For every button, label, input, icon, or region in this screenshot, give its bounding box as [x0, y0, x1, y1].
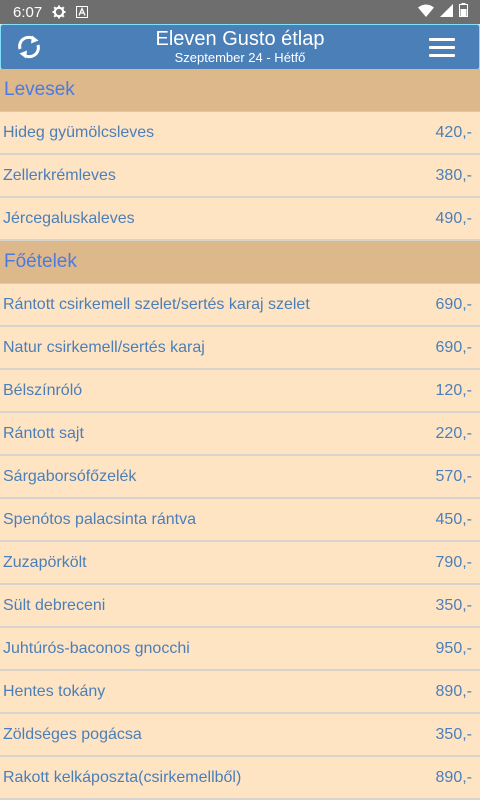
item-price: 220,-	[435, 424, 472, 442]
item-name: Rántott sajt	[3, 424, 84, 442]
list-item[interactable]: Sült debreceni 350,-	[0, 585, 480, 628]
list-item[interactable]: Rakott kelkáposzta(csirkemellből) 890,-	[0, 757, 480, 800]
signal-icon	[440, 3, 453, 21]
item-name: Bélszínróló	[3, 381, 83, 399]
menu-list: Levesek Hideg gyümölcsleves 420,- Zeller…	[0, 69, 480, 800]
item-name: Sárgaborsófőzelék	[3, 467, 137, 485]
a-notification-icon	[76, 6, 89, 18]
item-price: 450,-	[435, 510, 472, 528]
item-name: Zöldséges pogácsa	[3, 725, 142, 743]
section-header-levesek: Levesek	[0, 69, 480, 112]
item-name: Rántott csirkemell szelet/sertés karaj s…	[3, 295, 310, 313]
item-price: 350,-	[435, 596, 472, 614]
list-item[interactable]: Jércegaluskaleves 490,-	[0, 198, 480, 241]
list-item[interactable]: Hideg gyümölcsleves 420,-	[0, 112, 480, 155]
item-name: Jércegaluskaleves	[3, 209, 135, 227]
item-name: Zellerkrémleves	[3, 166, 116, 184]
wifi-icon	[418, 4, 434, 21]
item-price: 890,-	[435, 682, 472, 700]
item-price: 570,-	[435, 467, 472, 485]
list-item[interactable]: Bélszínróló 120,-	[0, 370, 480, 413]
hamburger-menu-icon[interactable]	[429, 38, 455, 57]
app-title: Eleven Gusto étlap	[155, 28, 325, 50]
battery-icon	[459, 3, 468, 21]
list-item[interactable]: Hentes tokány 890,-	[0, 671, 480, 714]
list-item[interactable]: Zöldséges pogácsa 350,-	[0, 714, 480, 757]
item-name: Zuzapörkölt	[3, 553, 87, 571]
item-name: Spenótos palacsinta rántva	[3, 510, 197, 528]
item-price: 950,-	[435, 639, 472, 657]
list-item[interactable]: Natur csirkemell/sertés karaj 690,-	[0, 327, 480, 370]
item-price: 690,-	[435, 295, 472, 313]
item-price: 350,-	[435, 725, 472, 743]
item-price: 120,-	[435, 381, 472, 399]
item-name: Hideg gyümölcsleves	[3, 123, 155, 141]
item-name: Sült debreceni	[3, 596, 106, 614]
item-name: Hentes tokány	[3, 682, 106, 700]
list-item[interactable]: Rántott csirkemell szelet/sertés karaj s…	[0, 284, 480, 327]
item-name: Juhtúrós-baconos gnocchi	[3, 639, 190, 657]
item-name: Natur csirkemell/sertés karaj	[3, 338, 205, 356]
item-price: 890,-	[435, 768, 472, 786]
item-price: 420,-	[435, 123, 472, 141]
app-subtitle: Szeptember 24 - Hétfő	[174, 50, 306, 65]
item-price: 790,-	[435, 553, 472, 571]
item-price: 690,-	[435, 338, 472, 356]
list-item[interactable]: Juhtúrós-baconos gnocchi 950,-	[0, 628, 480, 671]
status-time: 6:07	[13, 3, 43, 21]
item-name: Rakott kelkáposzta(csirkemellből)	[3, 768, 242, 786]
list-item[interactable]: Zuzapörkölt 790,-	[0, 542, 480, 585]
item-price: 380,-	[435, 166, 472, 184]
list-item[interactable]: Zellerkrémleves 380,-	[0, 155, 480, 198]
list-item[interactable]: Sárgaborsófőzelék 570,-	[0, 456, 480, 499]
status-bar: 6:07	[0, 0, 480, 24]
list-item[interactable]: Rántott sajt 220,-	[0, 413, 480, 456]
list-item[interactable]: Spenótos palacsinta rántva 450,-	[0, 499, 480, 542]
section-header-foetelek: Főételek	[0, 241, 480, 284]
title-block: Eleven Gusto étlap Szeptember 24 - Hétfő	[1, 27, 479, 65]
app-bar: Eleven Gusto étlap Szeptember 24 - Hétfő	[0, 24, 480, 70]
item-price: 490,-	[435, 209, 472, 227]
settings-gear-icon	[52, 5, 66, 19]
